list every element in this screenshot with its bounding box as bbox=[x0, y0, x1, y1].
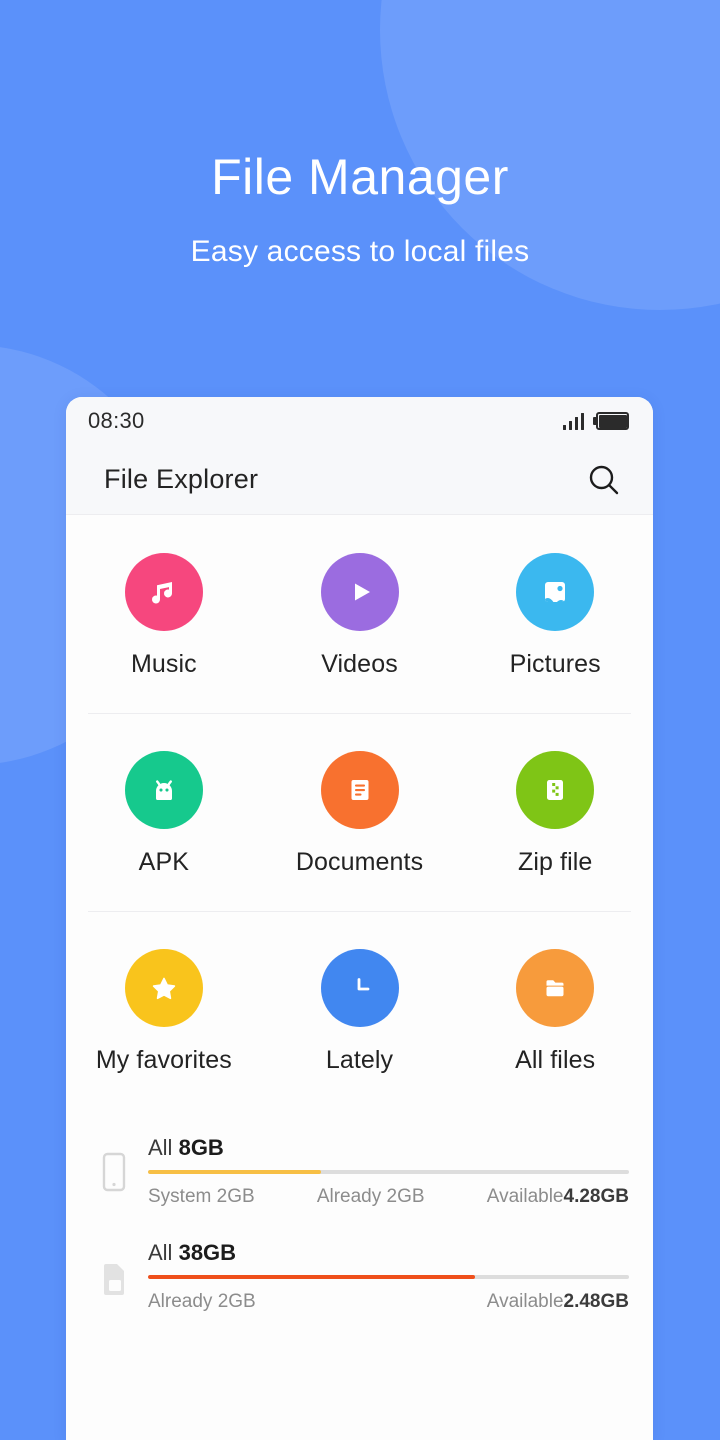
category-label: All files bbox=[515, 1046, 596, 1074]
category-row: Music Videos Pictures bbox=[66, 515, 653, 713]
folder-icon bbox=[546, 980, 564, 997]
storage-legend: Already 2GB Available2.48GB bbox=[148, 1291, 629, 1313]
storage-body: All 8GB System 2GB Already 2GB Available… bbox=[138, 1135, 629, 1208]
category-videos[interactable]: Videos bbox=[262, 553, 458, 679]
category-music[interactable]: Music bbox=[66, 553, 262, 679]
legend-label: Already 2GB bbox=[148, 1291, 256, 1312]
picture-icon-bubble bbox=[516, 553, 595, 631]
category-label: Documents bbox=[295, 848, 424, 876]
legend-item: Available4.28GB bbox=[487, 1186, 629, 1208]
music-note-icon-bubble bbox=[124, 553, 203, 631]
legend-item: Already 2GB bbox=[317, 1186, 425, 1208]
category-grid: Music Videos Pictures APK Documents Zip … bbox=[66, 515, 653, 1109]
status-icons bbox=[562, 412, 629, 430]
star-icon bbox=[152, 977, 176, 1000]
legend-label: System 2GB bbox=[148, 1186, 255, 1207]
storage-progress-track bbox=[148, 1170, 629, 1174]
phone-mockup: 08:30 File Explorer Music Videos Picture… bbox=[66, 397, 653, 1440]
category-label: APK bbox=[138, 848, 189, 876]
legend-label: Available bbox=[486, 1186, 564, 1207]
storage-progress-fill bbox=[148, 1170, 322, 1174]
category-label: Pictures bbox=[509, 650, 601, 678]
picture-icon bbox=[545, 582, 566, 602]
legend-item: Available2.48GB bbox=[487, 1291, 629, 1313]
folder-icon-bubble bbox=[516, 949, 595, 1027]
storage-progress-fill bbox=[148, 1275, 476, 1279]
android-icon bbox=[155, 780, 172, 800]
category-row: APK Documents Zip file bbox=[66, 713, 653, 911]
app-title: File Explorer bbox=[104, 464, 259, 494]
clock-icon bbox=[357, 978, 369, 991]
star-icon-bubble bbox=[124, 949, 203, 1027]
storage-total: 38GB bbox=[178, 1240, 237, 1265]
legend-label: Available bbox=[486, 1291, 564, 1312]
status-time: 08:30 bbox=[88, 408, 145, 433]
signal-bars-icon bbox=[562, 412, 584, 430]
category-label: Videos bbox=[321, 650, 398, 678]
play-icon-bubble bbox=[320, 553, 399, 631]
category-row: My favorites Lately All files bbox=[66, 911, 653, 1109]
zip-file-icon-bubble bbox=[516, 751, 595, 829]
hero-section: File Manager Easy access to local files bbox=[0, 0, 720, 269]
legend-value: 4.28GB bbox=[563, 1186, 629, 1207]
storage-total: 8GB bbox=[178, 1135, 224, 1160]
category-label: Music bbox=[130, 650, 197, 678]
storage-section: All 8GB System 2GB Already 2GB Available… bbox=[66, 1109, 653, 1313]
category-all-files[interactable]: All files bbox=[457, 949, 653, 1075]
search-icon[interactable] bbox=[581, 457, 627, 503]
clock-icon-bubble bbox=[320, 949, 399, 1027]
phone-icon bbox=[90, 1151, 138, 1193]
zip-file-icon bbox=[547, 780, 564, 800]
battery-full-icon bbox=[593, 412, 629, 430]
music-note-icon bbox=[151, 582, 172, 604]
legend-item: System 2GB bbox=[148, 1186, 255, 1208]
category-my-favorites[interactable]: My favorites bbox=[66, 949, 262, 1075]
legend-value: 2.48GB bbox=[563, 1291, 629, 1312]
page-title: File Manager bbox=[211, 149, 509, 205]
legend-item: Already 2GB bbox=[148, 1291, 256, 1313]
legend-label: Already 2GB bbox=[316, 1186, 425, 1207]
storage-progress-track bbox=[148, 1275, 629, 1279]
category-lately[interactable]: Lately bbox=[262, 949, 458, 1075]
app-bar: File Explorer bbox=[66, 445, 653, 515]
storage-title: All 8GB bbox=[148, 1135, 629, 1161]
storage-body: All 38GB Already 2GB Available2.48GB bbox=[138, 1240, 629, 1313]
storage-title: All 38GB bbox=[148, 1240, 629, 1266]
storage-row-sdcard[interactable]: All 38GB Already 2GB Available2.48GB bbox=[90, 1240, 629, 1313]
android-icon-bubble bbox=[124, 751, 203, 829]
storage-title-prefix: All bbox=[148, 1135, 173, 1160]
play-icon bbox=[354, 583, 370, 601]
category-zip-file[interactable]: Zip file bbox=[457, 751, 653, 877]
document-icon-bubble bbox=[320, 751, 399, 829]
category-label: Zip file bbox=[517, 848, 593, 876]
category-pictures[interactable]: Pictures bbox=[457, 553, 653, 679]
category-documents[interactable]: Documents bbox=[262, 751, 458, 877]
sdcard-icon bbox=[90, 1256, 138, 1298]
category-apk[interactable]: APK bbox=[66, 751, 262, 877]
category-label: My favorites bbox=[95, 1046, 232, 1074]
status-bar: 08:30 bbox=[66, 397, 653, 445]
storage-legend: System 2GB Already 2GB Available4.28GB bbox=[148, 1186, 629, 1208]
storage-row-internal[interactable]: All 8GB System 2GB Already 2GB Available… bbox=[90, 1135, 629, 1208]
storage-title-prefix: All bbox=[148, 1240, 173, 1265]
category-label: Lately bbox=[325, 1046, 394, 1074]
document-icon bbox=[351, 780, 368, 800]
page-subtitle: Easy access to local files bbox=[190, 235, 530, 268]
